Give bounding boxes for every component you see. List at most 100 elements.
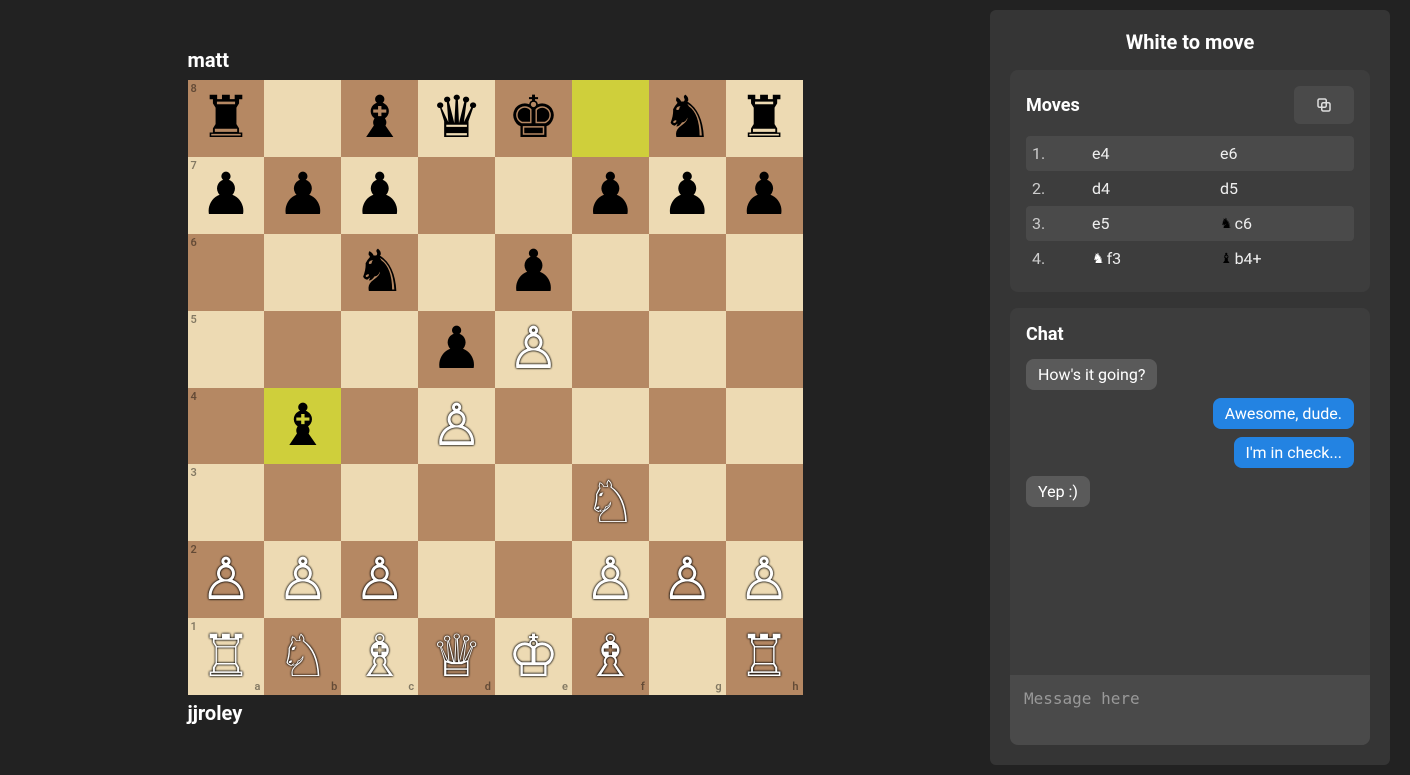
square-c8[interactable]: ♝ xyxy=(341,80,418,157)
square-c1[interactable]: c♗ xyxy=(341,618,418,695)
square-a7[interactable]: 7♟ xyxy=(188,157,265,234)
square-g8[interactable]: ♞ xyxy=(649,80,726,157)
square-c5[interactable] xyxy=(341,311,418,388)
square-d7[interactable] xyxy=(418,157,495,234)
square-a8[interactable]: 8♜ xyxy=(188,80,265,157)
square-e7[interactable] xyxy=(495,157,572,234)
square-d3[interactable] xyxy=(418,464,495,541)
square-b8[interactable] xyxy=(264,80,341,157)
square-d2[interactable] xyxy=(418,541,495,618)
chat-message: I'm in check... xyxy=(1234,437,1355,468)
chess-board[interactable]: 8♜♝♛♚♞♜7♟♟♟♟♟♟6♞♟5♟♙4♝♙3♘2♙♙♙♙♙♙1a♖b♘c♗d… xyxy=(188,80,803,695)
move-text: b4+ xyxy=(1235,249,1262,268)
square-g4[interactable] xyxy=(649,388,726,465)
square-a5[interactable]: 5 xyxy=(188,311,265,388)
square-e4[interactable] xyxy=(495,388,572,465)
square-b3[interactable] xyxy=(264,464,341,541)
rank-label: 1 xyxy=(191,620,197,633)
square-f4[interactable] xyxy=(572,388,649,465)
square-h1[interactable]: h♖ xyxy=(726,618,803,695)
chat-input[interactable] xyxy=(1010,675,1370,745)
square-f3[interactable]: ♘ xyxy=(572,464,649,541)
move-black[interactable]: ♞c6 xyxy=(1220,214,1348,233)
move-number: 1. xyxy=(1032,144,1092,163)
piece-wn: ♘ xyxy=(277,628,329,686)
square-h5[interactable] xyxy=(726,311,803,388)
square-c7[interactable]: ♟ xyxy=(341,157,418,234)
square-e6[interactable]: ♟ xyxy=(495,234,572,311)
square-h6[interactable] xyxy=(726,234,803,311)
square-f2[interactable]: ♙ xyxy=(572,541,649,618)
square-b1[interactable]: b♘ xyxy=(264,618,341,695)
piece-bb: ♝ xyxy=(354,89,406,147)
square-e5[interactable]: ♙ xyxy=(495,311,572,388)
square-b4[interactable]: ♝ xyxy=(264,388,341,465)
square-b7[interactable]: ♟ xyxy=(264,157,341,234)
piece-br: ♜ xyxy=(200,89,252,147)
file-label: b xyxy=(331,680,337,693)
moves-panel: Moves 1.e4e62.d4d53.e5♞c64.♞f3♝b4+ xyxy=(1010,70,1370,292)
piece-wq: ♕ xyxy=(431,628,483,686)
square-h3[interactable] xyxy=(726,464,803,541)
chat-panel: Chat How's it going?Awesome, dude.I'm in… xyxy=(1010,308,1370,745)
chat-message: How's it going? xyxy=(1026,359,1157,390)
square-a1[interactable]: 1a♖ xyxy=(188,618,265,695)
piece-wp: ♙ xyxy=(661,551,713,609)
move-white[interactable]: ♞f3 xyxy=(1092,249,1220,268)
square-h8[interactable]: ♜ xyxy=(726,80,803,157)
square-g7[interactable]: ♟ xyxy=(649,157,726,234)
square-a3[interactable]: 3 xyxy=(188,464,265,541)
move-black[interactable]: d5 xyxy=(1220,179,1348,198)
square-f1[interactable]: f♗ xyxy=(572,618,649,695)
square-d1[interactable]: d♕ xyxy=(418,618,495,695)
rank-label: 7 xyxy=(191,159,197,172)
square-f6[interactable] xyxy=(572,234,649,311)
piece-wp: ♙ xyxy=(354,551,406,609)
square-c6[interactable]: ♞ xyxy=(341,234,418,311)
square-c2[interactable]: ♙ xyxy=(341,541,418,618)
square-d5[interactable]: ♟ xyxy=(418,311,495,388)
square-h7[interactable]: ♟ xyxy=(726,157,803,234)
square-g1[interactable]: g xyxy=(649,618,726,695)
square-b5[interactable] xyxy=(264,311,341,388)
square-a2[interactable]: 2♙ xyxy=(188,541,265,618)
square-g5[interactable] xyxy=(649,311,726,388)
square-b2[interactable]: ♙ xyxy=(264,541,341,618)
move-white[interactable]: d4 xyxy=(1092,179,1220,198)
square-e8[interactable]: ♚ xyxy=(495,80,572,157)
piece-wp: ♙ xyxy=(507,320,559,378)
move-white[interactable]: e4 xyxy=(1092,144,1220,163)
piece-bk: ♚ xyxy=(507,89,559,147)
square-d8[interactable]: ♛ xyxy=(418,80,495,157)
square-f5[interactable] xyxy=(572,311,649,388)
move-text: e4 xyxy=(1092,144,1109,163)
square-b6[interactable] xyxy=(264,234,341,311)
copy-icon xyxy=(1315,96,1333,114)
square-e3[interactable] xyxy=(495,464,572,541)
square-c4[interactable] xyxy=(341,388,418,465)
move-number: 4. xyxy=(1032,249,1092,268)
square-e1[interactable]: e♔ xyxy=(495,618,572,695)
square-d4[interactable]: ♙ xyxy=(418,388,495,465)
square-h2[interactable]: ♙ xyxy=(726,541,803,618)
copy-moves-button[interactable] xyxy=(1294,86,1354,124)
square-d6[interactable] xyxy=(418,234,495,311)
move-black[interactable]: ♝b4+ xyxy=(1220,249,1348,268)
square-f7[interactable]: ♟ xyxy=(572,157,649,234)
piece-bp: ♟ xyxy=(277,166,329,224)
square-f8[interactable] xyxy=(572,80,649,157)
square-a6[interactable]: 6 xyxy=(188,234,265,311)
square-h4[interactable] xyxy=(726,388,803,465)
square-g6[interactable] xyxy=(649,234,726,311)
square-e2[interactable] xyxy=(495,541,572,618)
square-c3[interactable] xyxy=(341,464,418,541)
rank-label: 3 xyxy=(191,466,197,479)
move-white[interactable]: e5 xyxy=(1092,214,1220,233)
chat-title: Chat xyxy=(1026,324,1354,345)
square-g3[interactable] xyxy=(649,464,726,541)
board-area: matt 8♜♝♛♚♞♜7♟♟♟♟♟♟6♞♟5♟♙4♝♙3♘2♙♙♙♙♙♙1a♖… xyxy=(0,0,990,775)
square-g2[interactable]: ♙ xyxy=(649,541,726,618)
move-number: 2. xyxy=(1032,179,1092,198)
square-a4[interactable]: 4 xyxy=(188,388,265,465)
move-black[interactable]: e6 xyxy=(1220,144,1348,163)
